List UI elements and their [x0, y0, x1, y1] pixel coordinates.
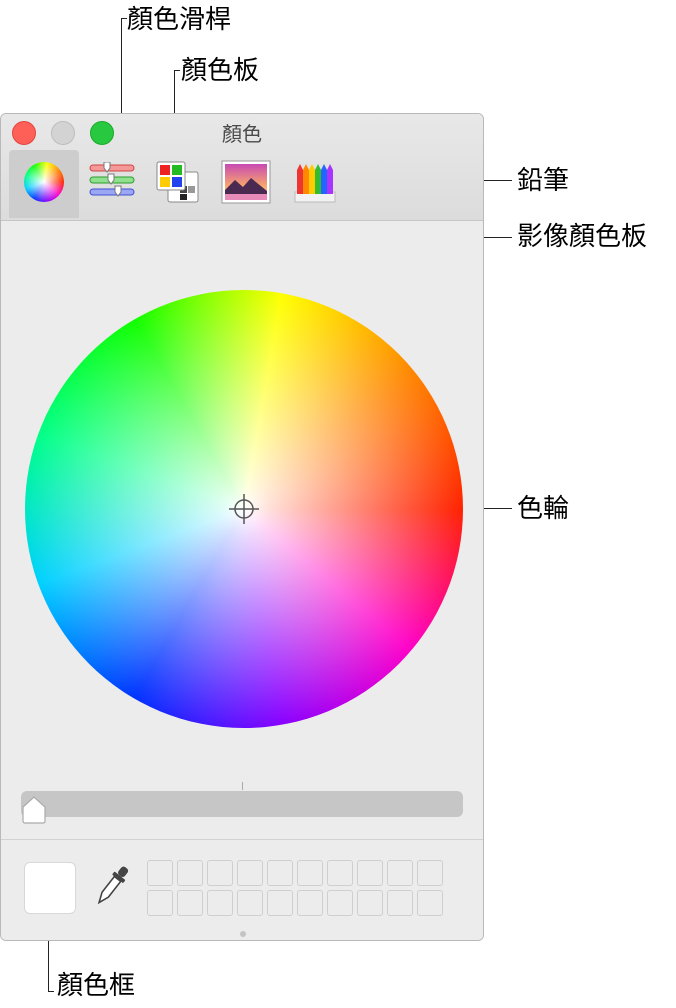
eyedropper-icon[interactable] — [92, 861, 132, 911]
colors-window: 顏色 — [0, 113, 484, 941]
callout-color-sliders: 顏色滑桿 — [127, 5, 232, 35]
separator — [1, 839, 483, 840]
pencils-icon — [293, 160, 339, 208]
swatch-slot[interactable] — [147, 860, 173, 886]
swatch-slot[interactable] — [237, 860, 263, 886]
callout-pencils: 鉛筆 — [517, 166, 570, 196]
image-icon — [221, 160, 271, 208]
swatch-slot[interactable] — [387, 890, 413, 916]
swatch-slot[interactable] — [267, 890, 293, 916]
brightness-slider[interactable] — [21, 791, 463, 817]
swatch-slot[interactable] — [327, 890, 353, 916]
tab-color-sliders[interactable] — [77, 150, 147, 218]
callout-image-palettes: 影像顏色板 — [517, 222, 648, 252]
title-bar: 顏色 — [1, 114, 483, 221]
color-wheel[interactable] — [25, 290, 463, 728]
swatch-slot[interactable] — [297, 890, 323, 916]
swatch-slot[interactable] — [357, 860, 383, 886]
brightness-slider-thumb[interactable] — [21, 795, 47, 825]
swatch-slot[interactable] — [297, 860, 323, 886]
swatch-slot[interactable] — [207, 860, 233, 886]
swatch-slot[interactable] — [357, 890, 383, 916]
swatch-slot[interactable] — [267, 860, 293, 886]
tab-color-wheel[interactable] — [9, 150, 79, 218]
swatch-slot[interactable] — [147, 890, 173, 916]
swatch-slot[interactable] — [387, 860, 413, 886]
callout-color-well: 顏色框 — [57, 971, 136, 1001]
crosshair-icon — [229, 494, 259, 524]
tab-pencils[interactable] — [281, 150, 351, 218]
tab-image-palettes[interactable] — [211, 150, 281, 218]
swatch-slot[interactable] — [237, 890, 263, 916]
swatch-slot[interactable] — [177, 860, 203, 886]
swatch-slot[interactable] — [207, 890, 233, 916]
tab-color-palettes[interactable] — [143, 150, 213, 218]
swatch-slot[interactable] — [417, 860, 443, 886]
resize-handle[interactable] — [240, 931, 246, 937]
swatch-slot[interactable] — [327, 860, 353, 886]
swatch-slot[interactable] — [177, 890, 203, 916]
sliders-icon — [88, 161, 136, 206]
slider-center-tick — [242, 782, 243, 790]
swatch-grid — [147, 860, 443, 916]
callout-color-wheel: 色輪 — [517, 494, 570, 524]
color-wheel-icon — [24, 162, 64, 206]
color-well[interactable] — [24, 862, 76, 914]
palette-icon — [154, 160, 202, 208]
swatch-slot[interactable] — [417, 890, 443, 916]
window-title: 顏色 — [222, 122, 262, 146]
callout-color-palettes: 顏色板 — [181, 56, 260, 86]
